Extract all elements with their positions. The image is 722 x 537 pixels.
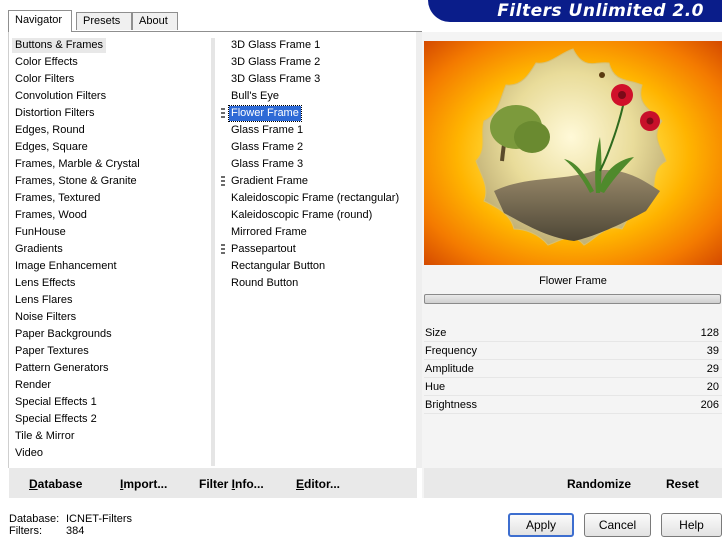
parameter-value[interactable]: 29	[707, 363, 719, 375]
app-title: Filters Unlimited 2.0	[497, 1, 704, 21]
randomize-button[interactable]: Randomize	[567, 477, 631, 491]
cancel-button[interactable]: Cancel	[584, 513, 651, 537]
filter-item[interactable]: Kaleidoscopic Frame (rectangular)	[229, 191, 401, 206]
category-item[interactable]: Lens Flares	[12, 293, 75, 308]
reset-button[interactable]: Reset	[666, 477, 699, 491]
category-item[interactable]: Special Effects 1	[12, 395, 100, 410]
tree-foliage-2	[514, 121, 550, 153]
category-item[interactable]: Buttons & Frames	[12, 38, 107, 53]
apply-button[interactable]: Apply	[508, 513, 574, 537]
database-info: Database: ICNET-Filters Filters: 384	[9, 513, 132, 537]
parameter-value[interactable]: 20	[707, 381, 719, 393]
filter-item[interactable]: Gradient Frame	[229, 174, 310, 189]
category-item[interactable]: Frames, Wood	[12, 208, 90, 223]
category-item[interactable]: Edges, Square	[12, 140, 91, 155]
filters-count-value: 384	[66, 525, 85, 537]
flower-bud	[599, 72, 605, 78]
parameter-name: Brightness	[425, 399, 477, 411]
category-item[interactable]: Lens Effects	[12, 276, 78, 291]
category-item[interactable]: Noise Filters	[12, 310, 79, 325]
category-item[interactable]: Video	[12, 446, 46, 461]
filter-info-button[interactable]: Filter Info...	[199, 477, 264, 491]
parameter-value[interactable]: 128	[701, 327, 719, 339]
tab-navigator[interactable]: Navigator	[8, 10, 72, 32]
filter-marker-icon	[221, 176, 225, 187]
flower-frame-preview-graphic	[475, 48, 667, 246]
preview-image[interactable]	[424, 41, 722, 265]
red-flower-2-center	[646, 117, 654, 125]
category-item[interactable]: Pattern Generators	[12, 361, 112, 376]
parameter-name: Size	[425, 327, 447, 339]
category-item[interactable]: Special Effects 2	[12, 412, 100, 427]
category-item[interactable]: Color Effects	[12, 55, 81, 70]
parameter-name: Hue	[425, 381, 446, 393]
category-item[interactable]: Image Enhancement	[12, 259, 120, 274]
list-splitter[interactable]	[211, 38, 215, 466]
parameter-value[interactable]: 206	[701, 399, 719, 411]
filter-item[interactable]: Kaleidoscopic Frame (round)	[229, 208, 374, 223]
parameter-name: Frequency	[425, 345, 477, 357]
red-flower-1-center	[618, 91, 626, 99]
filter-item[interactable]: Flower Frame	[228, 105, 302, 122]
filter-item[interactable]: 3D Glass Frame 3	[229, 72, 322, 87]
category-item[interactable]: Convolution Filters	[12, 89, 109, 104]
filter-item[interactable]: 3D Glass Frame 2	[229, 55, 322, 70]
filter-item[interactable]: Passepartout	[229, 242, 298, 257]
navigator-button-bar: Database Import... Filter Info... Editor…	[9, 468, 417, 498]
category-item[interactable]: FunHouse	[12, 225, 69, 240]
database-value: ICNET-Filters	[66, 513, 132, 525]
parameter-row-hue[interactable]: Hue 20	[424, 379, 722, 396]
parameter-row-size[interactable]: Size 128	[424, 325, 722, 342]
filter-item[interactable]: 3D Glass Frame 1	[229, 38, 322, 53]
parameter-name: Amplitude	[425, 363, 474, 375]
category-item[interactable]: Frames, Stone & Granite	[12, 174, 140, 189]
filter-marker-icon	[221, 244, 225, 255]
category-item[interactable]: Gradients	[12, 242, 66, 257]
category-list[interactable]: Buttons & Frames Color Effects Color Filte…	[9, 38, 212, 466]
parameter-row-brightness[interactable]: Brightness 206	[424, 397, 722, 414]
category-item[interactable]: Render	[12, 378, 54, 393]
filter-item[interactable]: Bull's Eye	[229, 89, 281, 104]
parameter-row-amplitude[interactable]: Amplitude 29	[424, 361, 722, 378]
import-button[interactable]: Import...	[120, 477, 167, 491]
category-item[interactable]: Frames, Marble & Crystal	[12, 157, 143, 172]
selected-filter-name: Flower Frame	[539, 275, 607, 287]
category-item[interactable]: Frames, Textured	[12, 191, 103, 206]
filter-item[interactable]: Glass Frame 3	[229, 157, 305, 172]
preview-button-bar: Randomize Reset	[424, 468, 722, 498]
filter-marker-icon	[221, 108, 225, 119]
parameter-row-frequency[interactable]: Frequency 39	[424, 343, 722, 360]
filter-item[interactable]: Mirrored Frame	[229, 225, 309, 240]
filter-list[interactable]: 3D Glass Frame 1 3D Glass Frame 2 3D Glass…	[216, 38, 416, 466]
parameter-value[interactable]: 39	[707, 345, 719, 357]
database-button[interactable]: Database	[29, 477, 82, 491]
tab-presets[interactable]: Presets	[76, 12, 132, 30]
help-button[interactable]: Help	[661, 513, 722, 537]
category-item[interactable]: Distortion Filters	[12, 106, 97, 121]
tab-about[interactable]: About	[132, 12, 178, 30]
filter-item[interactable]: Round Button	[229, 276, 300, 291]
filters-count-label: Filters:	[9, 525, 42, 537]
editor-button[interactable]: Editor...	[296, 477, 340, 491]
category-item[interactable]: Edges, Round	[12, 123, 88, 138]
category-item[interactable]: Tile & Mirror	[12, 429, 77, 444]
preview-zoom-slider[interactable]	[424, 294, 721, 304]
title-banner: Filters Unlimited 2.0	[428, 0, 722, 22]
filter-item[interactable]: Rectangular Button	[229, 259, 327, 274]
category-item[interactable]: Color Filters	[12, 72, 77, 87]
database-label: Database:	[9, 513, 60, 525]
category-item[interactable]: Paper Textures	[12, 344, 92, 359]
filter-item[interactable]: Glass Frame 2	[229, 140, 305, 155]
filter-item[interactable]: Glass Frame 1	[229, 123, 305, 138]
category-item[interactable]: Paper Backgrounds	[12, 327, 115, 342]
